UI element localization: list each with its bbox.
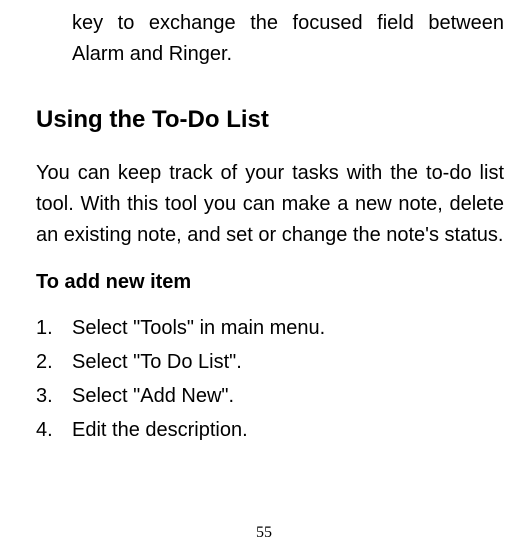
step-number: 4. <box>36 414 72 446</box>
section-heading: Using the To-Do List <box>36 106 504 134</box>
list-item: 3. Select "Add New". <box>36 380 504 412</box>
steps-list: 1. Select "Tools" in main menu. 2. Selec… <box>36 312 504 446</box>
step-text: Select "Add New". <box>72 380 234 412</box>
prev-paragraph-fragment: key to exchange the focused field betwee… <box>36 8 504 70</box>
step-text: Select "Tools" in main menu. <box>72 312 325 344</box>
step-number: 1. <box>36 312 72 344</box>
manual-page: key to exchange the focused field betwee… <box>0 0 528 548</box>
subsection-heading: To add new item <box>36 271 504 294</box>
list-item: 1. Select "Tools" in main menu. <box>36 312 504 344</box>
step-text: Select "To Do List". <box>72 346 242 378</box>
step-number: 3. <box>36 380 72 412</box>
page-number: 55 <box>0 524 528 542</box>
section-intro: You can keep track of your tasks with th… <box>36 158 504 251</box>
list-item: 4. Edit the description. <box>36 414 504 446</box>
step-text: Edit the description. <box>72 414 248 446</box>
list-item: 2. Select "To Do List". <box>36 346 504 378</box>
step-number: 2. <box>36 346 72 378</box>
